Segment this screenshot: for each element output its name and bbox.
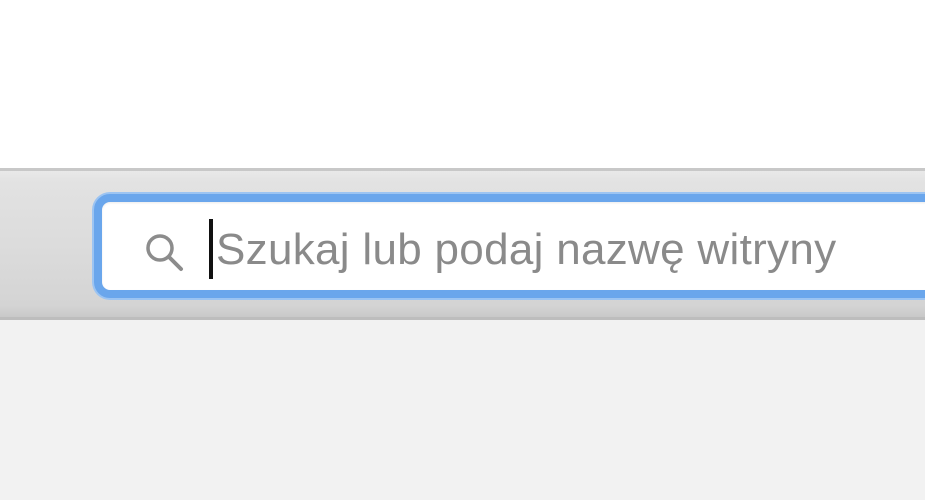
browser-toolbar: Szukaj lub podaj nazwę witryny	[0, 168, 925, 320]
window-top-area	[0, 0, 925, 168]
search-icon	[142, 230, 186, 274]
address-bar-placeholder: Szukaj lub podaj nazwę witryny	[216, 225, 837, 274]
page-content-area	[0, 320, 925, 500]
text-cursor	[209, 219, 213, 279]
address-search-field[interactable]: Szukaj lub podaj nazwę witryny	[94, 194, 925, 298]
browser-window: Szukaj lub podaj nazwę witryny	[0, 0, 925, 500]
